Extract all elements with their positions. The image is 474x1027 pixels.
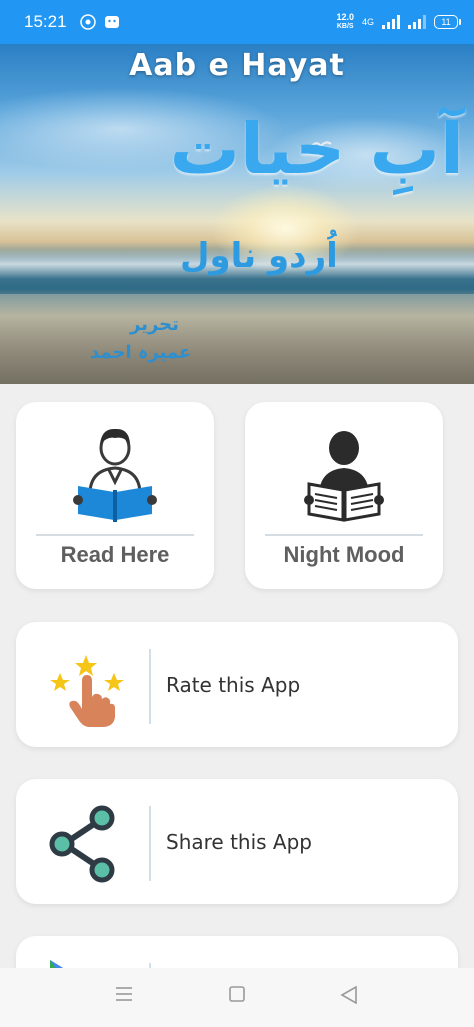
tile-divider [36,534,194,536]
system-nav-bar [0,968,474,1027]
status-time: 15:21 [24,12,67,31]
rate-app-label: Rate this App [166,672,301,697]
network-type: 4G [361,17,374,27]
read-here-label: Read Here [60,542,170,567]
rate-app-button[interactable]: Rate this App [16,622,458,747]
menu-icon[interactable] [115,986,133,1002]
urdu-subtitle: اُردو ناول [180,236,338,276]
status-bar: 15:21 12.0 KB/S 4G 11 [0,0,474,44]
urdu-author-label: تحریر [130,314,179,335]
header-banner: Aab e Hayat آبِ حیات اُردو ناول تحریر عم… [0,44,474,384]
urdu-title: آبِ حیات [169,108,464,190]
android-icon [104,16,119,28]
banner-shore [0,294,474,384]
row-divider [149,806,151,881]
speed-value: 12.0 [336,12,354,22]
row-divider [149,649,151,724]
status-right: 12.0 KB/S 4G 11 [336,13,461,31]
home-icon[interactable] [229,986,245,1002]
urdu-author-name: عمیرہ احمد [90,342,192,363]
share-app-label: Share this App [166,829,312,854]
signal-icon-2 [408,15,426,29]
reader-icon [73,428,157,522]
night-reader-icon [304,431,384,522]
app-title: Aab e Hayat [129,48,345,83]
share-icon [49,805,115,883]
night-mood-label: Night Mood [283,542,405,567]
tile-divider [265,534,423,536]
status-notification-icons [79,13,121,31]
battery-level: 11 [441,17,451,27]
night-mood-button[interactable]: Night Mood [245,402,443,589]
battery-icon: 11 [434,15,461,29]
network-speed: 12.0 KB/S [336,13,354,31]
speed-unit: KB/S [336,23,354,30]
share-app-button[interactable]: Share this App [16,779,458,904]
read-here-button[interactable]: Read Here [16,402,214,589]
back-icon[interactable] [340,986,358,1004]
signal-icon [382,15,400,29]
rate-stars-icon [50,655,124,727]
notification-icon [79,14,96,30]
